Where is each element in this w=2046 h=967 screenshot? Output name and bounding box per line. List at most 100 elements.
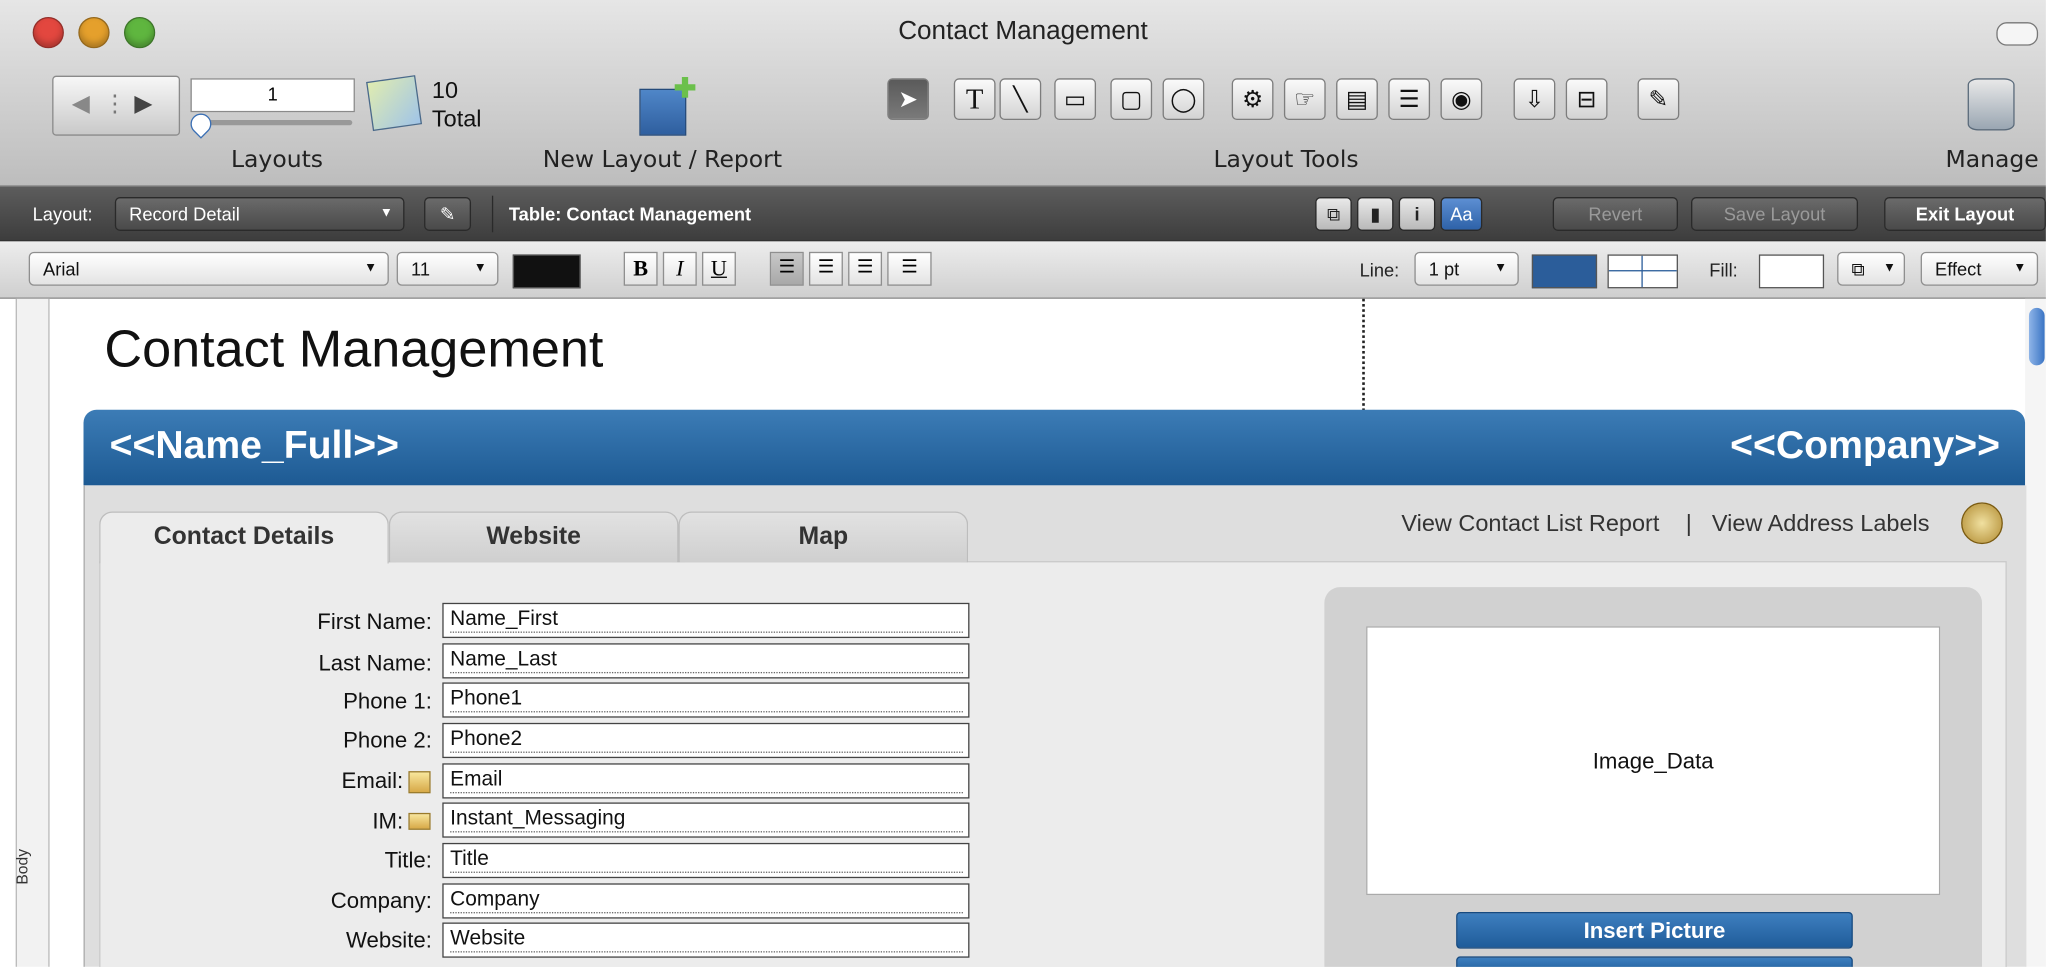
align-right-icon[interactable]: ☰ [848,251,883,286]
layout-label: Layout: [32,203,93,225]
company-field-name: Company [450,889,963,914]
company-field[interactable]: Company [442,883,970,919]
company-merge-field[interactable]: <<Company>> [1730,424,2000,468]
underline-button[interactable]: U [701,251,736,286]
rectangle-tool-icon[interactable]: ▭ [1054,78,1097,121]
table-name: Table: Contact Management [508,203,752,225]
new-layout-icon[interactable] [639,88,687,136]
phone1-field[interactable]: Phone1 [442,682,970,718]
line-pattern-swatch[interactable] [1607,254,1678,289]
layout-number-input[interactable]: 1 [190,78,355,113]
last-name-label: Last Name: [318,651,432,676]
justify-icon[interactable]: ☰ [887,251,932,286]
link-separator: | [1685,510,1692,537]
font-size-select[interactable]: 11 ▼ [396,251,499,286]
email-field[interactable]: Email [442,763,970,799]
bold-button[interactable]: B [623,251,658,286]
scrollbar-thumb[interactable] [2028,307,2045,366]
website-field[interactable]: Website [442,922,970,958]
next-layout-icon[interactable]: ▶ [134,90,152,117]
arrange-icon[interactable]: ⧉ [1315,197,1352,231]
line-width-select[interactable]: 1 pt ▼ [1414,251,1519,286]
tab-website[interactable]: Website [388,511,679,563]
web-viewer-tool-icon[interactable]: ◉ [1440,78,1483,121]
layout-select[interactable]: Record Detail ▼ [114,197,405,231]
name-full-merge-field[interactable]: <<Name_Full>> [110,424,399,468]
first-name-field[interactable]: Name_First [442,602,970,639]
new-layout-label[interactable]: New Layout / Report [543,146,782,173]
last-name-field[interactable]: Name_Last [442,643,970,679]
fill-pattern-select[interactable]: ⧉ ▼ [1837,251,1906,286]
first-name-field-name: Name_First [450,608,963,633]
previous-layout-icon[interactable]: ◀ [72,90,90,117]
email-icon[interactable] [408,771,431,794]
tab-contact-details[interactable]: Contact Details [99,511,389,564]
layout-navigator[interactable]: ◀ ⋮ ▶ [52,75,181,136]
format-painter-icon[interactable]: ✎ [1637,78,1680,121]
chevron-down-icon: ▼ [473,260,487,276]
tab-map[interactable]: Map [678,511,969,563]
portal-tool-icon[interactable]: ☰ [1388,78,1431,121]
line-pattern-vline [1641,255,1643,288]
phone2-field[interactable]: Phone2 [442,722,970,759]
fill-color-swatch[interactable] [1758,254,1825,289]
edit-layout-name-button[interactable]: ✎ [424,197,472,231]
italic-button[interactable]: I [662,251,697,286]
im-icon[interactable] [408,812,431,830]
chevron-down-icon: ▼ [2013,260,2027,276]
text-tool-icon[interactable]: T [953,78,996,121]
font-select[interactable]: Arial ▼ [28,251,389,286]
text-color-swatch[interactable] [512,254,581,289]
field-picker-icon[interactable]: ⇩ [1513,78,1556,121]
title-label: Title: [384,848,432,873]
text-formatting-icon[interactable]: Aa [1440,197,1483,231]
line-color-swatch[interactable] [1531,254,1598,289]
chevron-down-icon: ▼ [379,206,393,221]
line-width-value: 1 pt [1428,258,1460,280]
toolbar-toggle-button[interactable] [1996,22,2039,46]
pointer-tool-icon[interactable]: ➤ [887,78,930,121]
insert-picture-button[interactable]: Insert Picture [1456,912,1853,949]
save-layout-button[interactable]: Save Layout [1691,197,1859,231]
manage-label[interactable]: Manage [1945,146,2038,173]
info-icon[interactable]: i [1398,197,1436,231]
im-field[interactable]: Instant_Messaging [442,802,970,838]
tab-control-tool-icon[interactable]: ▤ [1336,78,1378,121]
rounded-rectangle-tool-icon[interactable]: ▢ [1110,78,1153,121]
effect-value: Effect [1935,258,1982,280]
layouts-total-label: Total [431,105,482,132]
title-field-name: Title [450,848,963,873]
font-size-value: 11 [411,258,430,280]
line-tool-icon[interactable]: ╲ [999,78,1042,121]
chevron-down-icon: ▼ [1882,260,1896,276]
layout-slider[interactable] [195,120,353,126]
first-name-label: First Name: [317,609,432,635]
vertical-scrollbar[interactable] [2025,298,2046,967]
align-center-icon[interactable]: ☰ [808,251,843,286]
website-field-name: Website [450,928,963,953]
title-field[interactable]: Title [442,842,970,879]
effect-select[interactable]: Effect ▼ [1920,251,2039,286]
view-contact-list-link[interactable]: View Contact List Report [1401,510,1659,537]
align-icon[interactable]: ▮ [1356,197,1394,231]
print-icon[interactable] [1961,502,2003,545]
secondary-picture-button[interactable] [1456,956,1853,967]
pencil-icon: ✎ [439,203,456,225]
window-title: Contact Management [898,16,1148,46]
database-manage-icon[interactable] [1967,78,2015,131]
button-tool-icon[interactable]: ☞ [1283,78,1326,121]
chevron-down-icon: ▼ [364,260,378,276]
oval-tool-icon[interactable]: ◯ [1162,78,1205,121]
revert-button[interactable]: Revert [1552,197,1678,231]
fill-label: Fill: [1709,259,1738,281]
view-address-labels-link[interactable]: View Address Labels [1712,510,1930,537]
exit-layout-button[interactable]: Exit Layout [1884,197,2046,231]
page-title[interactable]: Contact Management [104,321,603,380]
image-data-field[interactable]: Image_Data [1366,626,1941,896]
body-part-label[interactable]: Body [13,849,31,885]
email-label: Email: [341,768,404,794]
field-tool-icon[interactable]: ⚙ [1231,78,1274,121]
layout-select-value: Record Detail [129,203,240,225]
part-tool-icon[interactable]: ⊟ [1565,78,1608,121]
align-left-icon[interactable]: ☰ [769,251,804,286]
